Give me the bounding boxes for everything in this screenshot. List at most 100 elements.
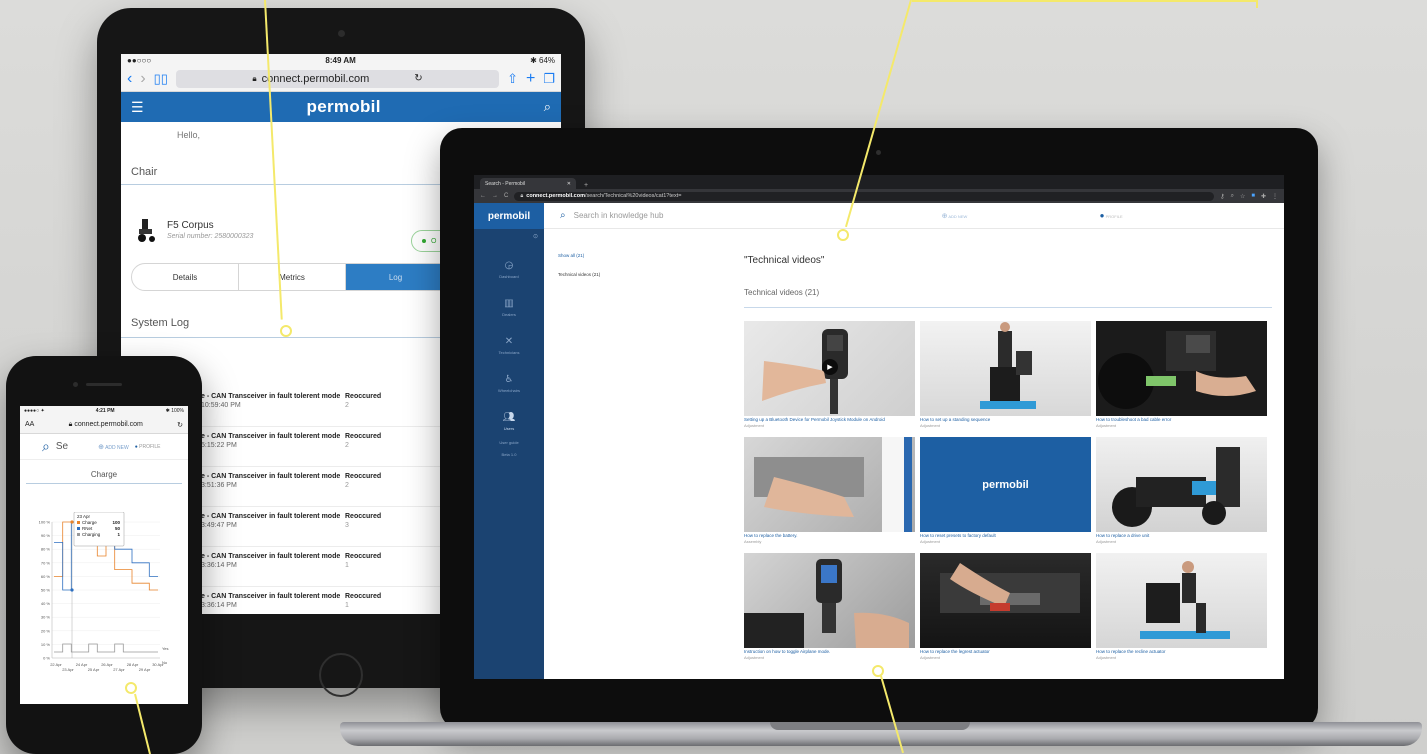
video-thumbnail[interactable]: permobil (920, 437, 1091, 532)
close-icon[interactable]: ✕ (567, 181, 571, 187)
video-card[interactable]: How to troubleshoot a bad cable error Ad… (1096, 321, 1267, 431)
address-bar[interactable]: 🔒︎ connect.permobil.com/search/Technical… (514, 191, 1215, 201)
tab-log[interactable]: Log (346, 264, 446, 290)
tab-metrics[interactable]: Metrics (239, 264, 346, 290)
menu-dots-icon[interactable]: ⋮ (1272, 193, 1278, 200)
add-new-button[interactable]: ⊕ ADD NEW (942, 212, 1092, 220)
search-icon[interactable]: ⌕ (544, 99, 551, 115)
address-bar[interactable]: 🔒︎ connect.permobil.com ↻ (175, 69, 500, 88)
top-bar: ⌕ Search in knowledge hub ⊕ ADD NEW ● PR… (544, 203, 1284, 229)
video-title[interactable]: How to replace the legrest actuator (920, 649, 1091, 654)
forward-icon[interactable]: → (492, 193, 498, 199)
drive-unit-image (1112, 447, 1240, 527)
video-thumbnail[interactable] (1096, 321, 1267, 416)
key-icon[interactable]: ⚷ (1220, 193, 1224, 200)
play-icon[interactable]: ▶ (822, 359, 838, 375)
thumbnail-brand: permobil (982, 478, 1029, 491)
search-icon[interactable]: ⌕ (42, 438, 50, 455)
search-input[interactable]: Search in knowledge hub (574, 211, 934, 220)
video-title[interactable]: How to reset presets to factory default (920, 533, 1091, 538)
video-thumbnail[interactable] (744, 437, 915, 532)
video-category: Adjustment (920, 539, 941, 544)
collapse-icon[interactable]: ⊙ (474, 229, 544, 240)
video-title[interactable]: Instruction on how to toggle Airplane mo… (744, 649, 915, 654)
video-title[interactable]: How to replace the battery. (744, 533, 915, 538)
video-card[interactable]: How to replace the legrest actuator Adju… (920, 553, 1091, 663)
address-bar[interactable]: AA 🔒︎ connect.permobil.com ↻ (20, 416, 188, 434)
share-icon[interactable]: ⇧ (507, 71, 518, 87)
video-card[interactable]: How to set up a standing sequence Adjust… (920, 321, 1091, 431)
video-thumbnail[interactable] (1096, 553, 1267, 648)
tablet-home-button[interactable] (319, 653, 363, 697)
filter-panel: Show all (21) Technical videos (21) (558, 253, 600, 277)
y-tick-label: 0 % (43, 656, 50, 661)
new-tab-icon[interactable]: + (584, 182, 588, 189)
video-thumbnail[interactable] (1096, 437, 1267, 532)
standing-chair-image (980, 322, 1036, 409)
video-thumbnail[interactable] (920, 553, 1091, 648)
series-line-charging (54, 643, 158, 653)
browser-tab-strip: Search - Permobil ✕ + (474, 175, 1284, 189)
y-tick-label: 50 % (41, 588, 51, 593)
filter-technical-videos[interactable]: Technical videos (21) (558, 272, 600, 277)
video-card[interactable]: permobil How to reset presets to factory… (920, 437, 1091, 547)
profile-button[interactable]: ● PROFILE (1100, 211, 1123, 220)
tab-details[interactable]: Details (132, 264, 239, 290)
y-tick-label: 70 % (41, 560, 51, 565)
video-card[interactable]: How to replace a drive unit Adjustment (1096, 437, 1267, 547)
reload-icon[interactable]: C (504, 193, 508, 199)
annotation-marker (280, 325, 292, 337)
bookmarks-icon[interactable]: ▯▯ (154, 71, 168, 87)
video-title[interactable]: How to replace the recline actuator (1096, 649, 1267, 654)
extension-icon[interactable]: ■ (1251, 193, 1255, 199)
puzzle-icon[interactable]: ✚ (1261, 193, 1266, 200)
tools-icon: ✕ (504, 335, 514, 347)
sidebar-item-user-guide[interactable]: User guide (474, 440, 544, 452)
brand-logo: permobil (306, 97, 381, 116)
search-input[interactable]: Se (56, 441, 68, 452)
menu-icon[interactable]: ☰ (131, 99, 144, 116)
browser-tab[interactable]: Search - Permobil ✕ (480, 178, 576, 189)
y-tick-label: 40 % (41, 601, 51, 606)
lock-icon: 🔒︎ (68, 420, 73, 428)
video-category: Assembly (744, 539, 762, 544)
carrier: ●●○○○ (127, 55, 152, 65)
star-icon[interactable]: ☆ (1240, 193, 1245, 200)
sidebar-item-wheelchairs[interactable]: ♿︎ Wheelchairs (474, 364, 544, 402)
video-thumbnail[interactable]: ▶ (744, 321, 915, 416)
results-heading: "Technical videos" (744, 255, 825, 266)
new-tab-icon[interactable]: + (526, 70, 535, 88)
video-card[interactable]: Instruction on how to toggle Airplane mo… (744, 553, 915, 663)
video-card[interactable]: ▶ Setting up a Bluetooth Device for Perm… (744, 321, 915, 431)
y-tick-label: 60 % (41, 574, 51, 579)
reload-icon[interactable]: ↻ (177, 421, 183, 429)
annotation-marker (125, 682, 137, 694)
video-card[interactable]: How to replace the battery. Assembly (744, 437, 915, 547)
video-thumbnail[interactable] (744, 553, 915, 648)
annotation-marker (837, 229, 849, 241)
sidebar-item-dashboard[interactable]: ◶ Dashboard (474, 250, 544, 288)
profile-button[interactable]: ● PROFILE (135, 444, 161, 450)
search-icon[interactable]: ⌕ (560, 210, 566, 221)
avatar-icon: ● (134, 443, 138, 450)
tabs-icon[interactable]: ❐ (543, 71, 555, 87)
video-title[interactable]: How to replace a drive unit (1096, 533, 1267, 538)
forward-icon[interactable]: › (140, 70, 145, 88)
zoom-icon[interactable]: ⌕ (1231, 193, 1234, 200)
sidebar-item-dealers[interactable]: ▥ Dealers (474, 288, 544, 326)
reload-icon[interactable]: ↻ (414, 73, 422, 84)
video-title[interactable]: How to troubleshoot a bad cable error (1096, 417, 1267, 422)
text-size-button[interactable]: AA (25, 421, 34, 428)
sidebar-item-users[interactable]: 👥︎ Users (474, 402, 544, 440)
battery-image (754, 437, 912, 532)
avatar-icon: ● (1099, 211, 1105, 220)
video-thumbnail[interactable] (920, 321, 1091, 416)
add-new-button[interactable]: ⊕ ADD NEW (98, 443, 129, 451)
back-icon[interactable]: ← (480, 193, 486, 199)
video-title[interactable]: How to set up a standing sequence (920, 417, 1091, 422)
video-card[interactable]: How to replace the recline actuator Adju… (1096, 553, 1267, 663)
filter-show-all[interactable]: Show all (21) (558, 253, 600, 258)
sidebar-item-technicians[interactable]: ✕ Technicians (474, 326, 544, 364)
back-icon[interactable]: ‹ (127, 70, 132, 88)
video-title[interactable]: Setting up a Bluetooth Device for Permob… (744, 417, 915, 422)
